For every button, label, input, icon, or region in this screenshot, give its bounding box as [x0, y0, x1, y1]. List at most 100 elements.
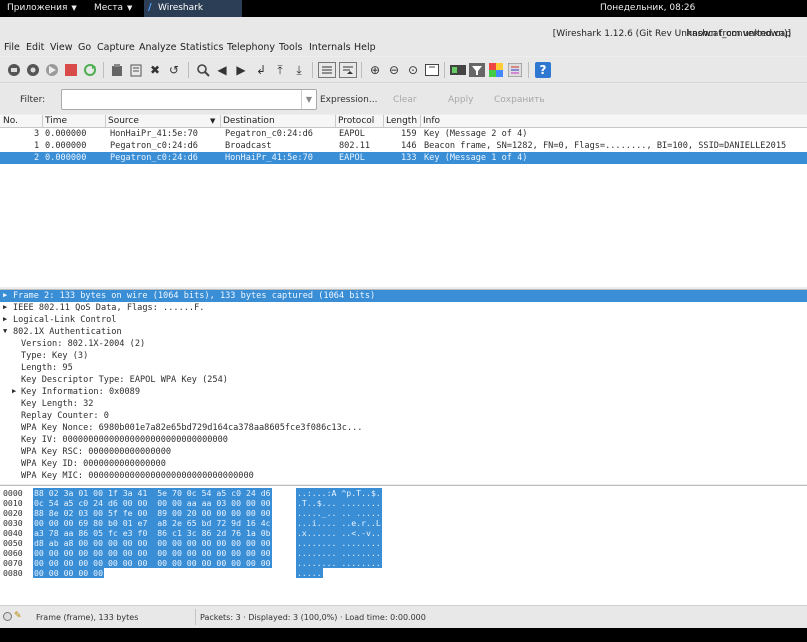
column-divider[interactable] — [42, 115, 43, 128]
expression-button[interactable]: Expression... — [320, 95, 377, 105]
status-divider[interactable] — [195, 609, 196, 625]
menu-view[interactable]: View — [50, 42, 73, 53]
menu-edit[interactable]: Edit — [26, 42, 44, 53]
column-divider[interactable] — [335, 115, 336, 128]
column-divider[interactable] — [383, 115, 384, 128]
save-file-icon[interactable] — [128, 62, 144, 78]
save-filter-button[interactable]: Сохранить — [494, 95, 545, 105]
menu-file[interactable]: File — [4, 42, 20, 53]
go-back-icon[interactable]: ◀ — [214, 62, 230, 78]
byte-ascii[interactable]: ..... — [296, 568, 323, 578]
menu-telephony[interactable]: Telephony — [227, 42, 275, 53]
start-capture-icon[interactable] — [44, 62, 60, 78]
byte-hex[interactable]: 00 00 00 69 80 b0 01 e7 a8 2e 65 bd 72 9… — [33, 518, 272, 528]
stop-capture-icon[interactable] — [63, 62, 79, 78]
byte-ascii[interactable]: ..:...:A ^p.T..$. — [296, 488, 382, 498]
column-divider[interactable] — [420, 115, 421, 128]
capture-options-icon[interactable] — [25, 62, 41, 78]
go-first-icon[interactable]: ⤒ — [272, 62, 288, 78]
tree-node-auth[interactable]: ▼ 802.1X Authentication — [0, 326, 807, 338]
coloring-rules-icon[interactable] — [488, 62, 504, 78]
byte-ascii[interactable]: ........ ........ — [296, 558, 382, 568]
byte-ascii[interactable]: .T..$... ........ — [296, 498, 382, 508]
tree-node-frame[interactable]: ▶ Frame 2: 133 bytes on wire (1064 bits)… — [0, 290, 807, 302]
column-destination[interactable]: Destination — [223, 116, 275, 126]
preferences-icon[interactable] — [507, 62, 523, 78]
packet-row[interactable]: 3 0.000000 HonHaiPr_41:5e:70 Pegatron_c0… — [0, 128, 807, 140]
colorize-icon[interactable] — [318, 62, 336, 78]
tree-field[interactable]: WPA Key Nonce: 6980b001e7a82e65bd729d164… — [0, 422, 807, 434]
expand-arrow-icon[interactable]: ▶ — [3, 315, 7, 323]
expand-arrow-icon[interactable]: ▶ — [12, 387, 16, 395]
byte-hex[interactable]: 88 8e 02 03 00 5f fe 00 89 00 20 00 00 0… — [33, 508, 272, 518]
byte-hex[interactable]: d8 ab a8 00 00 00 00 00 00 00 00 00 00 0… — [33, 538, 272, 548]
expand-arrow-icon[interactable]: ▶ — [3, 291, 7, 299]
menu-internals[interactable]: Internals — [309, 42, 351, 53]
clock[interactable]: Понедельник, 08:26 — [600, 3, 695, 13]
tree-node-qos[interactable]: ▶ IEEE 802.11 QoS Data, Flags: ......F. — [0, 302, 807, 314]
byte-hex[interactable]: 00 00 00 00 00 00 00 00 00 00 00 00 00 0… — [33, 558, 272, 568]
tree-field[interactable]: Type: Key (3) — [0, 350, 807, 362]
auto-scroll-icon[interactable] — [339, 62, 357, 78]
restart-capture-icon[interactable] — [82, 62, 98, 78]
interfaces-icon[interactable] — [6, 62, 22, 78]
byte-ascii[interactable]: ........ ........ — [296, 538, 382, 548]
resize-columns-icon[interactable] — [424, 62, 440, 78]
menu-tools[interactable]: Tools — [279, 42, 302, 53]
byte-ascii[interactable]: ....._.. .. ..... — [296, 508, 382, 518]
tree-field[interactable]: Key Descriptor Type: EAPOL WPA Key (254) — [0, 374, 807, 386]
column-info[interactable]: Info — [423, 116, 440, 126]
zoom-out-icon[interactable]: ⊖ — [386, 62, 402, 78]
menu-go[interactable]: Go — [78, 42, 91, 53]
reload-icon[interactable]: ↺ — [166, 62, 182, 78]
byte-ascii[interactable]: .x...... ..<.-v.. — [296, 528, 382, 538]
byte-ascii[interactable]: ...i.... ..e.r..L — [296, 518, 382, 528]
tree-field[interactable]: WPA Key MIC: 000000000000000000000000000… — [0, 470, 807, 482]
open-file-icon[interactable] — [109, 62, 125, 78]
normal-size-icon[interactable]: ⊙ — [405, 62, 421, 78]
expert-info-icon[interactable] — [3, 612, 12, 621]
close-file-icon[interactable]: ✖ — [147, 62, 163, 78]
go-last-icon[interactable]: ⤓ — [291, 62, 307, 78]
go-to-packet-icon[interactable]: ↲ — [253, 62, 269, 78]
byte-hex[interactable]: 00 00 00 00 00 00 00 00 00 00 00 00 00 0… — [33, 548, 272, 558]
column-length[interactable]: Length — [386, 116, 417, 126]
byte-hex[interactable]: 88 02 3a 01 00 1f 3a 41 5e 70 0c 54 a5 c… — [33, 488, 272, 498]
find-packet-icon[interactable] — [195, 62, 211, 78]
tree-field[interactable]: Key IV: 00000000000000000000000000000000 — [0, 434, 807, 446]
expand-arrow-icon[interactable]: ▶ — [3, 303, 7, 311]
capture-comment-icon[interactable]: ✎ — [14, 611, 22, 621]
column-source[interactable]: Source — [108, 116, 139, 126]
menu-statistics[interactable]: Statistics — [180, 42, 223, 53]
filter-input[interactable] — [61, 89, 317, 110]
byte-ascii[interactable]: ........ ........ — [296, 548, 382, 558]
tree-node-llc[interactable]: ▶ Logical-Link Control — [0, 314, 807, 326]
column-no[interactable]: No. — [3, 116, 18, 126]
tree-field[interactable]: WPA Key RSC: 0000000000000000 — [0, 446, 807, 458]
menu-capture[interactable]: Capture — [97, 42, 135, 53]
go-forward-icon[interactable]: ▶ — [233, 62, 249, 78]
packet-row-selected[interactable]: 2 0.000000 Pegatron_c0:24:d6 HonHaiPr_41… — [0, 152, 807, 164]
byte-hex[interactable]: 0c 54 a5 c0 24 d6 00 00 00 00 aa aa 03 0… — [33, 498, 272, 508]
byte-hex[interactable]: a3 78 aa 86 05 fc e3 f0 86 c1 3c 86 2d 7… — [33, 528, 272, 538]
tree-field[interactable]: Version: 802.1X-2004 (2) — [0, 338, 807, 350]
active-app-menu[interactable]: / Wireshark — [144, 0, 242, 17]
column-divider[interactable] — [220, 115, 221, 128]
menu-analyze[interactable]: Analyze — [139, 42, 176, 53]
menu-help[interactable]: Help — [354, 42, 376, 53]
clear-button[interactable]: Clear — [393, 95, 417, 105]
tree-node-key-information[interactable]: ▶ Key Information: 0x0089 — [0, 386, 807, 398]
column-divider[interactable] — [105, 115, 106, 128]
byte-hex[interactable]: 00 00 00 00 00 — [33, 568, 105, 578]
chevron-down-icon[interactable]: ▼ — [301, 90, 316, 109]
column-protocol[interactable]: Protocol — [338, 116, 374, 126]
tree-field[interactable]: Key Length: 32 — [0, 398, 807, 410]
collapse-arrow-icon[interactable]: ▼ — [3, 327, 7, 335]
apply-button[interactable]: Apply — [448, 95, 473, 105]
places-menu[interactable]: Места ▼ — [94, 3, 132, 13]
column-time[interactable]: Time — [45, 116, 67, 126]
tree-field[interactable]: Replay Counter: 0 — [0, 410, 807, 422]
zoom-in-icon[interactable]: ⊕ — [367, 62, 383, 78]
capture-filters-icon[interactable] — [450, 62, 466, 78]
tree-field[interactable]: Length: 95 — [0, 362, 807, 374]
